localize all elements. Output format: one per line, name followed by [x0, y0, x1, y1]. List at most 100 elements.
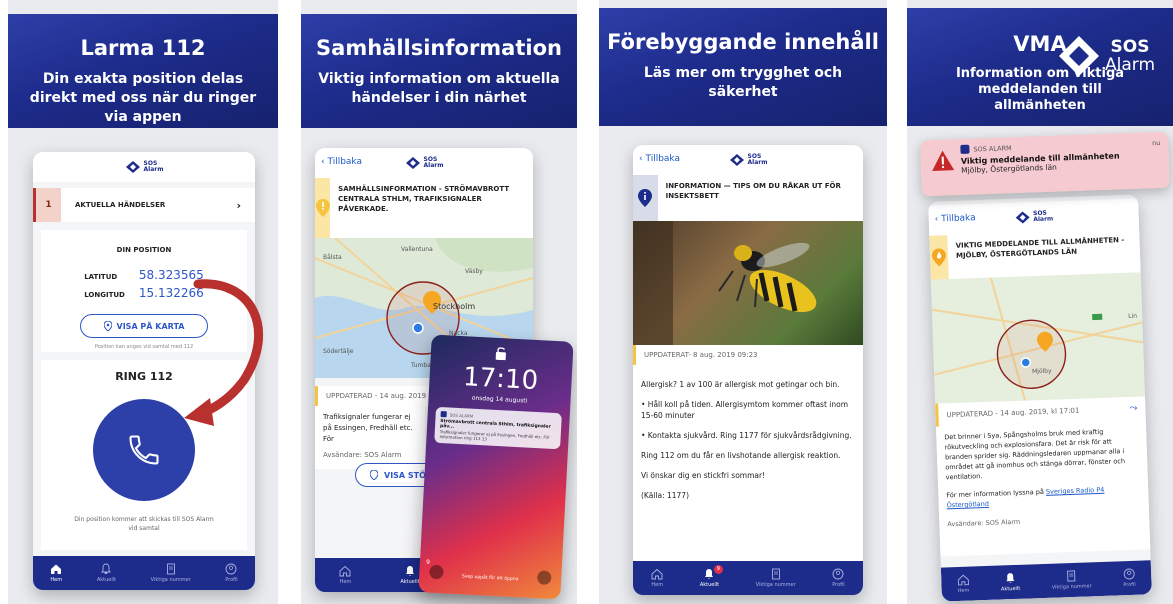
- banner-title: Samhällsinformation: [316, 36, 562, 60]
- alert-title: SAMHÄLLSINFORMATION - STRÖMAVBROTT CENTR…: [338, 185, 510, 213]
- fire-pin-icon: [931, 248, 946, 267]
- sos-alarm-logo: SOS Alarm: [405, 156, 443, 170]
- banner-subtitle: Läs mer om trygghet och säkerhet: [643, 65, 843, 100]
- push-notification[interactable]: SOS ALARM nu Viktig meddelande till allm…: [920, 131, 1170, 197]
- map-label: Väsby: [465, 268, 483, 275]
- events-label: AKTUELLA HÄNDELSER: [75, 201, 166, 209]
- lock-notification[interactable]: SOS ALARM Strömavbrott centrala Sthlm, t…: [434, 406, 562, 450]
- article-paragraph: • Håll koll på tiden. Allergisymtom komm…: [641, 400, 849, 420]
- alert-card[interactable]: SAMHÄLLSINFORMATION - STRÖMAVBROTT CENTR…: [315, 178, 533, 238]
- back-button[interactable]: ‹ Tillbaka: [935, 213, 976, 224]
- map-label: Mjölby: [1031, 367, 1052, 376]
- unlock-icon: [495, 347, 506, 361]
- map[interactable]: Mjölby Lin: [930, 272, 1146, 404]
- nav-home[interactable]: Hem: [651, 568, 663, 588]
- banner-title: Larma 112: [80, 36, 206, 60]
- nav-profile[interactable]: Profil: [1123, 568, 1136, 588]
- longitude-label: LONGITUD: [84, 291, 125, 299]
- logo-icon: [405, 157, 420, 169]
- phonebook-icon: [166, 563, 175, 575]
- panel-larma-112: Larma 112 Din exakta position delas dire…: [8, 0, 278, 604]
- notification-app: SOS ALARM: [973, 143, 1012, 153]
- banner: VMA Information om viktiga meddelanden t…: [907, 8, 1173, 126]
- phone-screen: ‹ Tillbaka SOS Alarm VIKTIG MEDDELANDE TI…: [928, 194, 1152, 602]
- home-icon: [340, 565, 351, 577]
- profile-icon: [1123, 568, 1135, 580]
- map-label: Stockholm: [433, 302, 476, 311]
- nav-profile[interactable]: Profil: [225, 563, 238, 583]
- article-paragraph: • Kontakta sjukvård. Ring 1177 för sjukv…: [641, 431, 852, 440]
- notification-badge: 9: [713, 565, 723, 574]
- notification-time: nu: [1151, 138, 1161, 147]
- map-graphic: [930, 272, 1146, 404]
- panel-samhallsinformation: Samhällsinformation Viktig information o…: [301, 0, 577, 604]
- nav-profile[interactable]: Profil: [832, 568, 845, 588]
- logo-icon: [729, 154, 744, 166]
- banner: Larma 112 Din exakta position delas dire…: [8, 14, 278, 128]
- nav-numbers[interactable]: Viktiga nummer: [1051, 569, 1092, 591]
- nav-home[interactable]: Hem: [339, 565, 351, 585]
- camera-icon[interactable]: [536, 570, 552, 586]
- message-body: Trafiksignaler fungerar ej på Essingen, …: [315, 406, 425, 451]
- nav-current[interactable]: Aktuellt: [1000, 572, 1020, 592]
- current-events-row[interactable]: 1 AKTUELLA HÄNDELSER ›: [33, 188, 255, 222]
- flashlight-icon[interactable]: [429, 564, 444, 580]
- back-button[interactable]: ‹ Tillbaka: [321, 157, 362, 167]
- article-paragraph: Vi önskar dig en stickfri sommar!: [641, 471, 766, 480]
- article-paragraph: Ring 112 om du får en livshotande allerg…: [641, 451, 841, 460]
- map-label: Vallentuna: [401, 246, 433, 253]
- updated-label: UPPDATERAD - 14 aug. 2019, kl 17:01: [946, 406, 1080, 419]
- header: ‹ Tillbaka SOS Alarm: [315, 148, 533, 178]
- sos-alarm-logo: SOS Alarm: [125, 160, 163, 174]
- notification-badge: 9: [423, 558, 433, 568]
- alert-card[interactable]: INFORMATION — TIPS OM DU RÅKAR UT FÖR IN…: [633, 175, 863, 221]
- map-label: Bålsta: [323, 254, 342, 261]
- alert-title: VIKTIG MEDDELANDE TILL ALLMÄNHETEN - MJÖ…: [955, 235, 1125, 260]
- share-icon[interactable]: ⤳: [1129, 403, 1137, 414]
- nav-numbers[interactable]: Viktiga nummer: [151, 563, 191, 583]
- sos-alarm-logo: SOS Alarm: [1014, 209, 1053, 224]
- nav-home[interactable]: Hem: [50, 563, 62, 583]
- nav-current[interactable]: Aktuellt 9: [700, 565, 723, 588]
- profile-icon: [226, 563, 237, 575]
- article-paragraph: Allergisk? 1 av 100 är allergisk mot get…: [641, 380, 840, 389]
- logo-icon: [1015, 211, 1030, 224]
- home-icon: [651, 568, 663, 580]
- sos-alarm-watermark: SOS Alarm: [1057, 34, 1155, 78]
- app-icon: [440, 411, 447, 418]
- alert-side: [315, 178, 331, 238]
- home-icon: [51, 564, 62, 574]
- location-pin-icon: [103, 321, 112, 331]
- article-paragraph: (Källa: 1177): [641, 491, 689, 500]
- nav-current[interactable]: Aktuellt: [97, 563, 116, 583]
- alert-side: [633, 175, 658, 221]
- header: SOS Alarm: [33, 152, 255, 182]
- latitude-label: LATITUD: [84, 273, 118, 281]
- back-button[interactable]: ‹ Tillbaka: [639, 154, 680, 164]
- banner-subtitle: Viktig information om aktuella händelser…: [318, 71, 560, 106]
- nav-numbers[interactable]: Viktiga nummer: [756, 568, 796, 588]
- watermark-icon: [1059, 36, 1099, 76]
- sos-alarm-logo: SOS Alarm: [729, 153, 767, 167]
- map-label: Tumba: [411, 362, 431, 369]
- phonebook-icon: [771, 568, 780, 580]
- bottom-nav: Hem Aktuellt Viktiga nummer Profil: [940, 560, 1152, 602]
- banner-subtitle: Din exakta position delas direkt med oss…: [29, 71, 257, 125]
- phonebook-icon: [1067, 570, 1076, 582]
- wasp-photo: [633, 221, 863, 345]
- phone-screen: ‹ Tillbaka SOS Alarm INFORMATION — TIPS O…: [633, 145, 863, 595]
- phone-icon: [129, 435, 159, 465]
- ring-note: Din position kommer att skickas till SOS…: [74, 516, 214, 532]
- alert-card[interactable]: VIKTIG MEDDELANDE TILL ALLMÄNHETEN - MJÖ…: [929, 228, 1141, 280]
- nav-current[interactable]: Aktuellt: [400, 565, 420, 585]
- nav-home[interactable]: Hem: [957, 574, 970, 594]
- bottom-nav: Hem Aktuellt 9 Viktiga nummer Profil: [633, 561, 863, 595]
- banner: Förebyggande innehåll Läs mer om trygghe…: [599, 8, 887, 126]
- panel-forebyggande: Förebyggande innehåll Läs mer om trygghe…: [599, 0, 887, 604]
- logo-icon: [125, 161, 140, 173]
- position-heading: DIN POSITION: [116, 246, 172, 254]
- bell-icon: [1006, 573, 1015, 583]
- events-count: 1: [33, 188, 61, 222]
- bell-icon: [405, 566, 414, 576]
- banner: Samhällsinformation Viktig information o…: [301, 14, 577, 128]
